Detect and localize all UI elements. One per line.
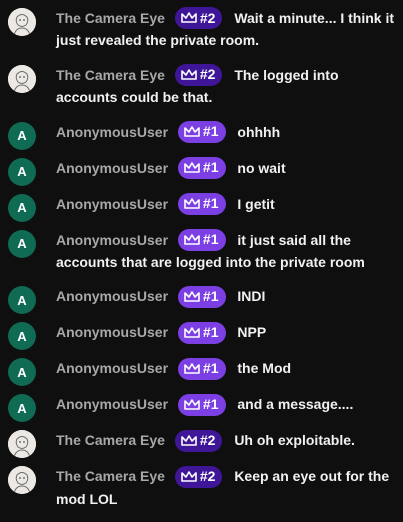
avatar[interactable] xyxy=(8,430,36,459)
rank-badge: #2 xyxy=(174,429,223,452)
rank-badge: #2 xyxy=(174,64,223,87)
avatar[interactable]: A xyxy=(8,193,36,222)
rank-badge-label: #1 xyxy=(202,395,219,412)
avatar[interactable]: A xyxy=(8,394,36,423)
crown-icon xyxy=(181,434,197,446)
author-name[interactable]: AnonymousUser xyxy=(56,124,168,140)
crown-icon xyxy=(184,162,200,173)
chat-message: A AnonymousUser #1 NPP xyxy=(0,316,403,352)
crown-icon xyxy=(184,290,200,302)
avatar[interactable] xyxy=(8,466,36,495)
avatar[interactable] xyxy=(8,64,36,93)
author-name[interactable]: AnonymousUser xyxy=(56,232,168,248)
message-text: I getit xyxy=(237,195,275,212)
chat-message: The Camera Eye #2 Wait a minute... I thi… xyxy=(0,2,403,59)
chat-message: A AnonymousUser #1 ohhhh xyxy=(0,116,403,152)
rank-badge-label: #2 xyxy=(199,431,216,448)
author-name[interactable]: AnonymousUser xyxy=(56,288,168,304)
avatar[interactable] xyxy=(8,8,36,36)
author-name[interactable]: AnonymousUser xyxy=(56,160,168,176)
rank-badge-label: #1 xyxy=(202,323,219,340)
message-text: the Mod xyxy=(237,360,292,377)
sketch-portrait-icon xyxy=(8,430,36,459)
rank-badge-label: #2 xyxy=(199,66,216,83)
rank-badge-label: #1 xyxy=(202,359,219,376)
crown-icon xyxy=(184,198,200,209)
chat-message: A AnonymousUser #1 INDI xyxy=(0,280,403,316)
rank-badge-label: #1 xyxy=(202,159,219,176)
crown-icon xyxy=(184,126,200,137)
avatar[interactable]: A xyxy=(8,229,36,258)
avatar[interactable]: A xyxy=(8,358,36,387)
message-text: and a message.... xyxy=(237,396,354,413)
crown-icon xyxy=(184,398,200,410)
rank-badge: #1 xyxy=(177,228,226,251)
message-text: INDI xyxy=(237,288,266,305)
author-name[interactable]: The Camera Eye xyxy=(56,432,165,448)
chat-message: A AnonymousUser #1 and a message.... xyxy=(0,388,403,424)
rank-badge-label: #2 xyxy=(199,467,216,484)
sketch-portrait-icon xyxy=(8,466,36,495)
rank-badge: #1 xyxy=(177,321,226,344)
rank-badge: #1 xyxy=(177,120,226,143)
chat-message: The Camera Eye #2 Keep an eye out for th… xyxy=(0,460,403,517)
crown-icon xyxy=(181,470,197,482)
rank-badge: #2 xyxy=(174,7,223,30)
message-text: Uh oh exploitable. xyxy=(234,432,355,449)
chat-message: A AnonymousUser #1 the Mod xyxy=(0,352,403,388)
rank-badge-label: #1 xyxy=(202,123,219,140)
author-name[interactable]: AnonymousUser xyxy=(56,360,168,376)
avatar[interactable]: A xyxy=(8,286,36,315)
chat-message: A AnonymousUser #1 no wait xyxy=(0,152,403,188)
chat-message: A AnonymousUser #1 it just said all the … xyxy=(0,224,403,281)
rank-badge: #1 xyxy=(177,357,226,380)
message-text: no wait xyxy=(237,159,286,176)
author-name[interactable]: AnonymousUser xyxy=(56,324,168,340)
crown-icon xyxy=(184,234,200,245)
chat-message: A AnonymousUser #1 I getit xyxy=(0,188,403,224)
chat-message-list: The Camera Eye #2 Wait a minute... I thi… xyxy=(0,0,403,522)
rank-badge-label: #1 xyxy=(202,231,219,248)
crown-icon xyxy=(184,362,200,374)
rank-badge: #1 xyxy=(177,285,226,308)
crown-icon xyxy=(184,326,200,338)
sketch-portrait-icon xyxy=(8,8,36,36)
author-name[interactable]: The Camera Eye xyxy=(56,10,165,26)
crown-icon xyxy=(181,69,197,80)
chat-message: The Camera Eye #2 Uh oh exploitable. xyxy=(0,424,403,460)
author-name[interactable]: AnonymousUser xyxy=(56,196,168,212)
avatar[interactable]: A xyxy=(8,157,36,186)
avatar[interactable]: A xyxy=(8,322,36,351)
rank-badge: #1 xyxy=(177,156,226,179)
rank-badge-label: #1 xyxy=(202,195,219,212)
author-name[interactable]: The Camera Eye xyxy=(56,67,165,83)
rank-badge: #1 xyxy=(177,192,226,215)
sketch-portrait-icon xyxy=(8,64,36,93)
crown-icon xyxy=(181,12,197,24)
rank-badge-label: #1 xyxy=(202,287,219,304)
chat-message: The Camera Eye #2 The logged into accoun… xyxy=(0,59,403,116)
message-text: NPP xyxy=(237,324,267,341)
rank-badge: #2 xyxy=(174,465,223,488)
author-name[interactable]: The Camera Eye xyxy=(56,468,165,484)
author-name[interactable]: AnonymousUser xyxy=(56,396,168,412)
rank-badge: #1 xyxy=(177,393,226,416)
message-text: ohhhh xyxy=(237,123,281,140)
rank-badge-label: #2 xyxy=(199,9,216,26)
avatar[interactable]: A xyxy=(8,121,36,150)
